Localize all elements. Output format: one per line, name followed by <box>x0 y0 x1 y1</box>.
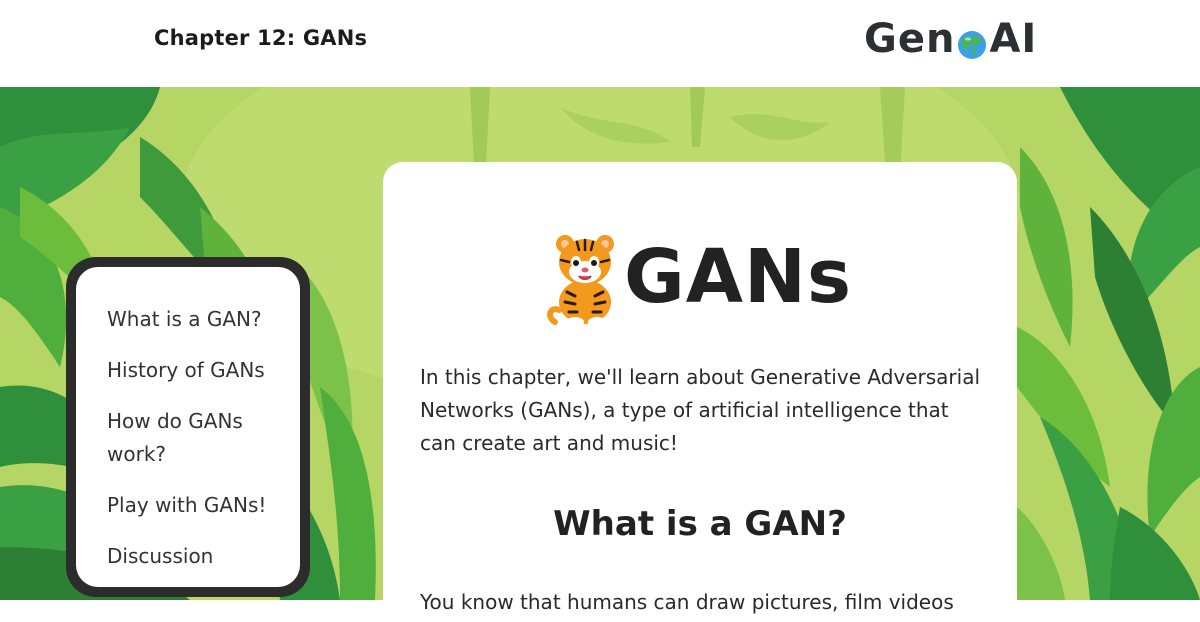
intro-paragraph: In this chapter, we'll learn about Gener… <box>420 365 981 455</box>
content-card: GANs In this chapter, we'll learn about … <box>383 162 1017 622</box>
nav-item-discussion[interactable]: Discussion <box>107 540 287 573</box>
globe-icon <box>957 24 987 59</box>
nav-item-what-is-gan[interactable]: What is a GAN? <box>107 303 287 336</box>
chapter-title: Chapter 12: GANs <box>154 26 368 50</box>
section-heading: What is a GAN? <box>553 504 847 544</box>
genai-logo[interactable]: Gen AI <box>864 14 1037 64</box>
nav-item-history[interactable]: History of GANs <box>107 354 287 387</box>
nav-item-play[interactable]: Play with GANs! <box>107 489 287 522</box>
chapter-nav: What is a GAN? History of GANs How do GA… <box>66 257 310 597</box>
nav-item-how-gans-work[interactable]: How do GANs work? <box>107 405 287 471</box>
logo-text-right: AI <box>989 16 1038 62</box>
tiger-icon <box>545 230 625 328</box>
section-paragraph: You know that humans can draw pictures, … <box>420 590 954 614</box>
top-bar: Chapter 12: GANs Gen AI <box>0 0 1200 87</box>
chapter-nav-panel: What is a GAN? History of GANs How do GA… <box>76 267 300 587</box>
chapter-heading: GANs <box>624 234 852 320</box>
logo-text-left: Gen <box>864 16 956 62</box>
